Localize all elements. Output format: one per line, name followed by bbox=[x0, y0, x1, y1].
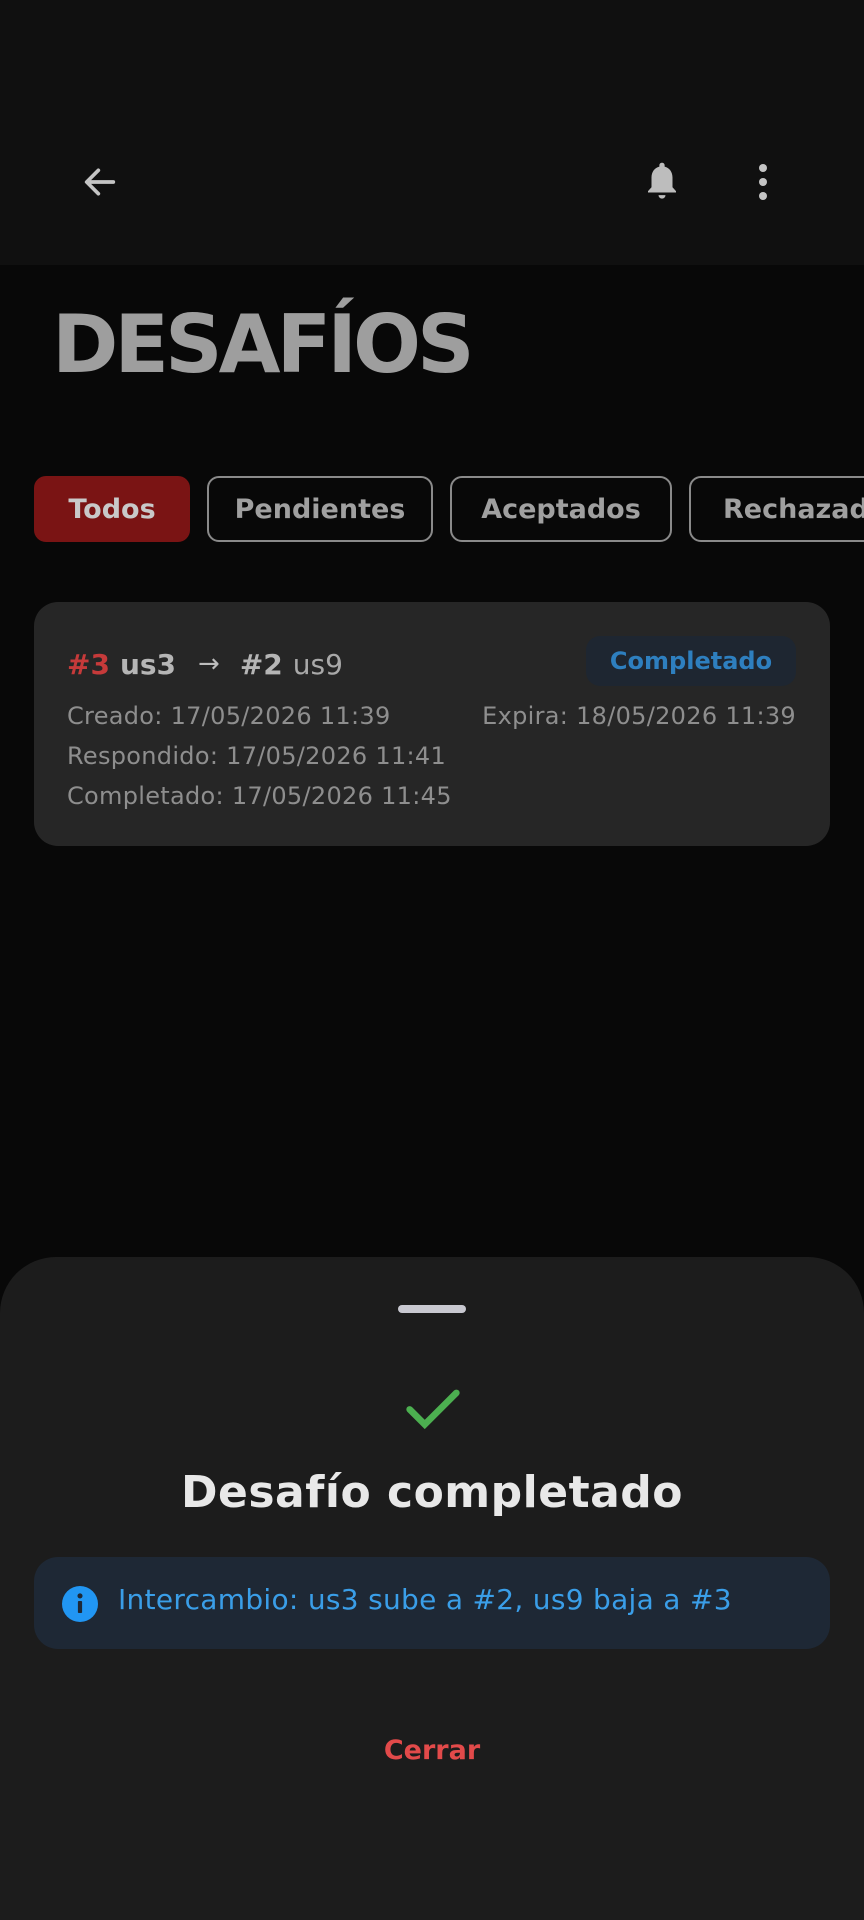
close-button[interactable]: Cerrar bbox=[332, 1717, 532, 1783]
expires-date: Expira: 18/05/2026 11:39 bbox=[482, 702, 796, 730]
back-button[interactable] bbox=[68, 150, 132, 214]
arrow-left-icon bbox=[84, 168, 116, 196]
challenger-rank: #3 bbox=[67, 647, 110, 681]
target-rank: #2 bbox=[239, 647, 283, 681]
status-badge: Completado bbox=[586, 636, 796, 686]
responded-date: Respondido: 17/05/2026 11:41 bbox=[67, 742, 447, 770]
notifications-button[interactable] bbox=[630, 150, 694, 214]
sheet-title: Desafío completado bbox=[180, 1467, 684, 1518]
more-options-button[interactable] bbox=[731, 150, 795, 214]
filter-chips: Todos Pendientes Aceptados Rechazad bbox=[34, 476, 864, 542]
target-user: us9 bbox=[292, 647, 343, 681]
filter-chip-aceptados[interactable]: Aceptados bbox=[450, 476, 672, 542]
bell-icon bbox=[648, 162, 676, 199]
challenger-user: us3 bbox=[119, 647, 177, 681]
filter-chip-todos[interactable]: Todos bbox=[34, 476, 190, 542]
created-date: Creado: 17/05/2026 11:39 bbox=[67, 702, 391, 730]
filter-chip-pendientes[interactable]: Pendientes bbox=[207, 476, 433, 542]
screen: DESAFÍOS Todos Pendientes Aceptados Rech… bbox=[0, 0, 864, 1920]
drag-handle[interactable] bbox=[398, 1305, 466, 1313]
completed-date: Completado: 17/05/2026 11:45 bbox=[67, 782, 452, 810]
challenge-matchup: #3 us3 → #2 us9 bbox=[67, 642, 343, 686]
bottom-sheet: Desafío completado Intercambio: us3 sube… bbox=[0, 1257, 864, 1920]
arrow-right-icon: → bbox=[198, 649, 220, 679]
page-title: DESAFÍOS bbox=[52, 298, 475, 391]
more-vertical-icon bbox=[759, 164, 767, 200]
filter-chip-rechazados[interactable]: Rechazad bbox=[689, 476, 864, 542]
info-icon bbox=[62, 1586, 98, 1622]
app-bar bbox=[0, 0, 864, 265]
info-text: Intercambio: us3 sube a #2, us9 baja a #… bbox=[118, 1583, 732, 1616]
challenge-card[interactable]: #3 us3 → #2 us9 Completado Creado: 17/05… bbox=[34, 602, 830, 846]
info-banner: Intercambio: us3 sube a #2, us9 baja a #… bbox=[34, 1557, 830, 1649]
check-icon bbox=[406, 1389, 460, 1430]
